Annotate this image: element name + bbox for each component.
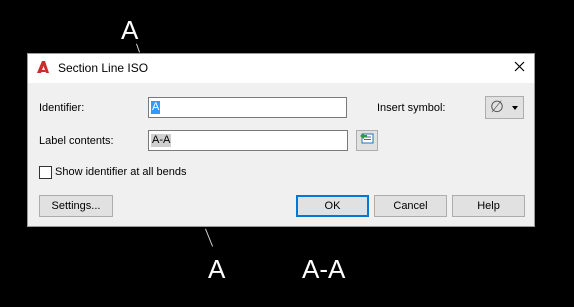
close-button[interactable]: [504, 54, 534, 82]
section-identifier-bottom: A: [208, 254, 226, 284]
insert-field-button[interactable]: [356, 130, 378, 151]
title-bar: Section Line ISO: [28, 54, 534, 83]
chevron-down-icon: [512, 106, 518, 110]
section-identifier-top: A: [121, 15, 139, 45]
label-contents-value: A-A: [151, 134, 172, 147]
label-contents-input[interactable]: A-A: [148, 130, 348, 151]
ok-button[interactable]: OK: [296, 195, 369, 217]
section-label-bottom: A-A: [302, 254, 346, 284]
insert-field-icon: [359, 131, 375, 150]
insert-symbol-label: Insert symbol:: [377, 102, 446, 114]
insert-symbol-dropdown[interactable]: ∅: [485, 96, 524, 119]
diameter-symbol-icon: ∅: [490, 99, 504, 116]
close-icon: [514, 59, 525, 77]
show-identifier-checkbox[interactable]: [39, 166, 52, 179]
section-line-dialog: Section Line ISO Identifier: A Insert sy…: [27, 53, 535, 227]
section-leader-line-bottom: [205, 228, 214, 247]
autocad-logo-icon: [36, 60, 50, 74]
identifier-label: Identifier:: [39, 102, 85, 114]
identifier-value: A: [151, 101, 161, 114]
show-identifier-label: Show identifier at all bends: [55, 166, 187, 178]
dialog-title: Section Line ISO: [58, 61, 149, 75]
identifier-input[interactable]: A: [148, 97, 347, 118]
help-button[interactable]: Help: [452, 195, 525, 217]
settings-button[interactable]: Settings...: [39, 195, 113, 217]
cancel-button[interactable]: Cancel: [374, 195, 447, 217]
label-contents-label: Label contents:: [39, 135, 114, 147]
